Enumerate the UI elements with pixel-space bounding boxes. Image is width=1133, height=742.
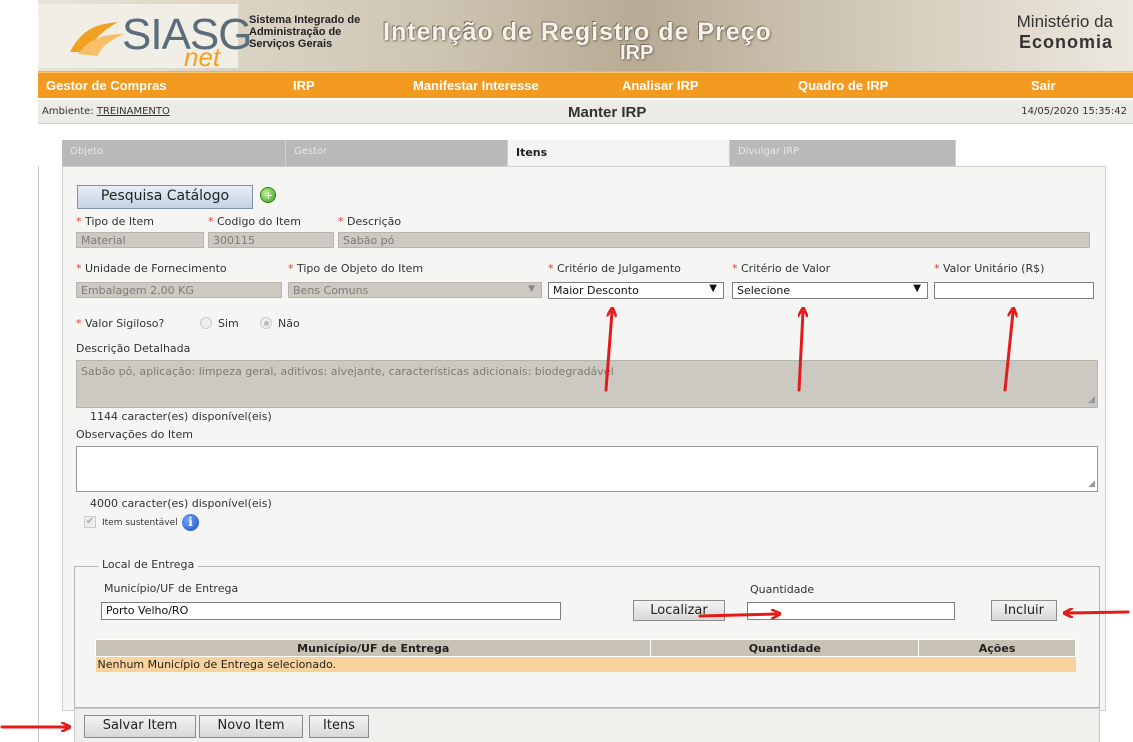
system-name-line: Serviços Gerais — [249, 38, 333, 50]
resize-handle-icon: ◢ — [1088, 395, 1095, 405]
unidade-field: Embalagem 2,00 KG — [76, 282, 282, 298]
local-entrega-legend: Local de Entrega — [98, 558, 199, 571]
nav-quadro-irp[interactable]: Quadro de IRP — [798, 78, 888, 93]
content-gutter — [38, 166, 62, 742]
valor-sigiloso-label-text: Valor Sigiloso? — [85, 317, 165, 330]
codigo-item-label-text: Codigo do Item — [217, 215, 301, 228]
ambient-label: Ambiente: TREINAMENTO — [42, 106, 170, 117]
logo-subtext: net — [184, 42, 221, 72]
datetime: 14/05/2020 15:35:42 — [1021, 106, 1127, 117]
descricao-detalhada-field: Sabão pó, aplicação: limpeza geral, adit… — [76, 360, 1098, 408]
itens-button[interactable]: Itens — [309, 715, 369, 738]
page-title: Manter IRP — [568, 104, 647, 121]
descricao-detalhada-remaining: 1144 caracter(es) disponível(eis) — [90, 410, 272, 423]
codigo-item-label: * Codigo do Item — [208, 215, 301, 228]
criterio-valor-value: Selecione — [737, 284, 791, 297]
dropdown-arrow-icon: ▼ — [528, 284, 535, 294]
system-name-line: Administração de — [249, 26, 342, 38]
dropdown-arrow-icon: ▼ — [709, 283, 717, 294]
ministry-line2: Economia — [1018, 32, 1113, 52]
criterio-julgamento-select[interactable]: Maior Desconto ▼ — [548, 282, 724, 299]
valor-sigiloso-label: * Valor Sigiloso? — [76, 317, 165, 330]
ambient-label-text: Ambiente: — [42, 106, 94, 117]
empty-message: Nenhum Município de Entrega selecionado. — [95, 656, 1076, 672]
main-nav: Gestor de Compras IRP Manifestar Interes… — [38, 72, 1133, 98]
descricao-label: * Descrição — [338, 215, 402, 228]
criterio-julgamento-value: Maior Desconto — [553, 284, 639, 297]
pesquisa-catalogo-button[interactable]: Pesquisa Catálogo — [77, 185, 253, 209]
column-header: Ações — [918, 639, 1076, 657]
localizar-button[interactable]: Localizar — [633, 600, 725, 621]
resize-handle-icon: ◢ — [1088, 479, 1095, 489]
tab-itens[interactable]: Itens — [508, 140, 730, 166]
valor-unitario-label: * Valor Unitário (R$) — [934, 262, 1045, 275]
descricao-detalhada-label: Descrição Detalhada — [76, 342, 191, 355]
sigiloso-nao-label: Não — [278, 317, 300, 330]
nav-manifestar-interesse[interactable]: Manifestar Interesse — [413, 78, 539, 93]
system-name: Sistema Integrado de Administração de Se… — [249, 14, 360, 50]
tab-objeto[interactable]: Objeto — [62, 140, 286, 166]
ambient-bar: Ambiente: TREINAMENTO Manter IRP 14/05/2… — [38, 100, 1133, 124]
column-header: Quantidade — [650, 639, 920, 657]
ministry-line1: Ministério da — [1016, 12, 1113, 31]
unidade-label: * Unidade de Fornecimento — [76, 262, 227, 275]
nav-irp[interactable]: IRP — [293, 78, 315, 93]
tipo-objeto-label-text: Tipo de Objeto do Item — [297, 262, 424, 275]
novo-item-button[interactable]: Novo Item — [199, 715, 303, 738]
quantidade-label: Quantidade — [750, 583, 815, 596]
criterio-valor-label-text: Critério de Valor — [741, 262, 831, 275]
incluir-button[interactable]: Incluir — [991, 600, 1057, 621]
tab-divulgar-irp[interactable]: Divulgar IRP — [730, 140, 956, 166]
municipio-label: Município/UF de Entrega — [104, 582, 239, 595]
descricao-field: Sabão pó — [338, 232, 1090, 248]
codigo-item-field: 300115 — [208, 232, 334, 248]
municipios-table: Município/UF de Entrega Quantidade Ações… — [94, 639, 1076, 672]
nav-gestor-compras[interactable]: Gestor de Compras — [46, 78, 167, 93]
siasg-logo: SIASG net — [38, 4, 252, 71]
ambient-value[interactable]: TREINAMENTO — [97, 106, 170, 117]
add-icon[interactable] — [260, 187, 276, 203]
valor-unitario-input[interactable] — [934, 282, 1094, 299]
info-icon[interactable]: i — [182, 514, 199, 531]
unidade-label-text: Unidade de Fornecimento — [85, 262, 227, 275]
tab-gestor[interactable]: Gestor — [286, 140, 508, 166]
quantidade-input[interactable] — [747, 602, 955, 620]
sigiloso-sim-radio[interactable] — [200, 317, 212, 329]
descricao-label-text: Descrição — [347, 215, 402, 228]
sigiloso-nao-radio[interactable] — [260, 317, 272, 329]
siasg-logo-icon — [70, 22, 124, 56]
system-name-line: Sistema Integrado de — [249, 14, 361, 26]
tipo-objeto-select: Bens Comuns ▼ — [288, 282, 542, 298]
salvar-item-button[interactable]: Salvar Item — [84, 715, 196, 738]
header-banner: SIASG net Sistema Integrado de Administr… — [38, 0, 1133, 72]
column-header: Município/UF de Entrega — [94, 639, 652, 657]
sigiloso-sim-label: Sim — [218, 317, 239, 330]
sustentavel-label: Item sustentável — [102, 518, 178, 528]
observacoes-textarea[interactable]: ◢ — [76, 446, 1098, 492]
tipo-item-label-text: Tipo de Item — [85, 215, 154, 228]
dropdown-arrow-icon: ▼ — [913, 283, 921, 294]
criterio-julgamento-label-text: Critério de Julgamento — [557, 262, 681, 275]
nav-sair[interactable]: Sair — [1031, 78, 1056, 93]
tipo-objeto-value: Bens Comuns — [293, 284, 369, 297]
nav-analisar-irp[interactable]: Analisar IRP — [622, 78, 699, 93]
tipo-objeto-label: * Tipo de Objeto do Item — [288, 262, 424, 275]
table-row: Nenhum Município de Entrega selecionado. — [95, 656, 1076, 672]
observacoes-label: Observações do Item — [76, 428, 193, 441]
banner-subtitle: IRP — [620, 42, 654, 64]
municipio-input[interactable]: Porto Velho/RO — [101, 602, 561, 620]
tipo-item-label: * Tipo de Item — [76, 215, 154, 228]
tipo-item-field: Material — [76, 232, 204, 248]
criterio-julgamento-label: * Critério de Julgamento — [548, 262, 681, 275]
table-header-row: Município/UF de Entrega Quantidade Ações — [94, 639, 1076, 657]
descricao-detalhada-value: Sabão pó, aplicação: limpeza geral, adit… — [81, 365, 614, 378]
sustentavel-checkbox[interactable]: ✔ — [84, 516, 96, 528]
ministry-name: Ministério da Economia — [1017, 12, 1113, 53]
criterio-valor-label: * Critério de Valor — [732, 262, 831, 275]
observacoes-remaining: 4000 caracter(es) disponível(eis) — [90, 497, 272, 510]
banner-title: Intenção de Registro de Preço — [383, 18, 772, 46]
tab-bar: Objeto Gestor Itens Divulgar IRP — [38, 140, 1133, 166]
valor-unitario-label-text: Valor Unitário (R$) — [943, 262, 1045, 275]
criterio-valor-select[interactable]: Selecione ▼ — [732, 282, 928, 299]
